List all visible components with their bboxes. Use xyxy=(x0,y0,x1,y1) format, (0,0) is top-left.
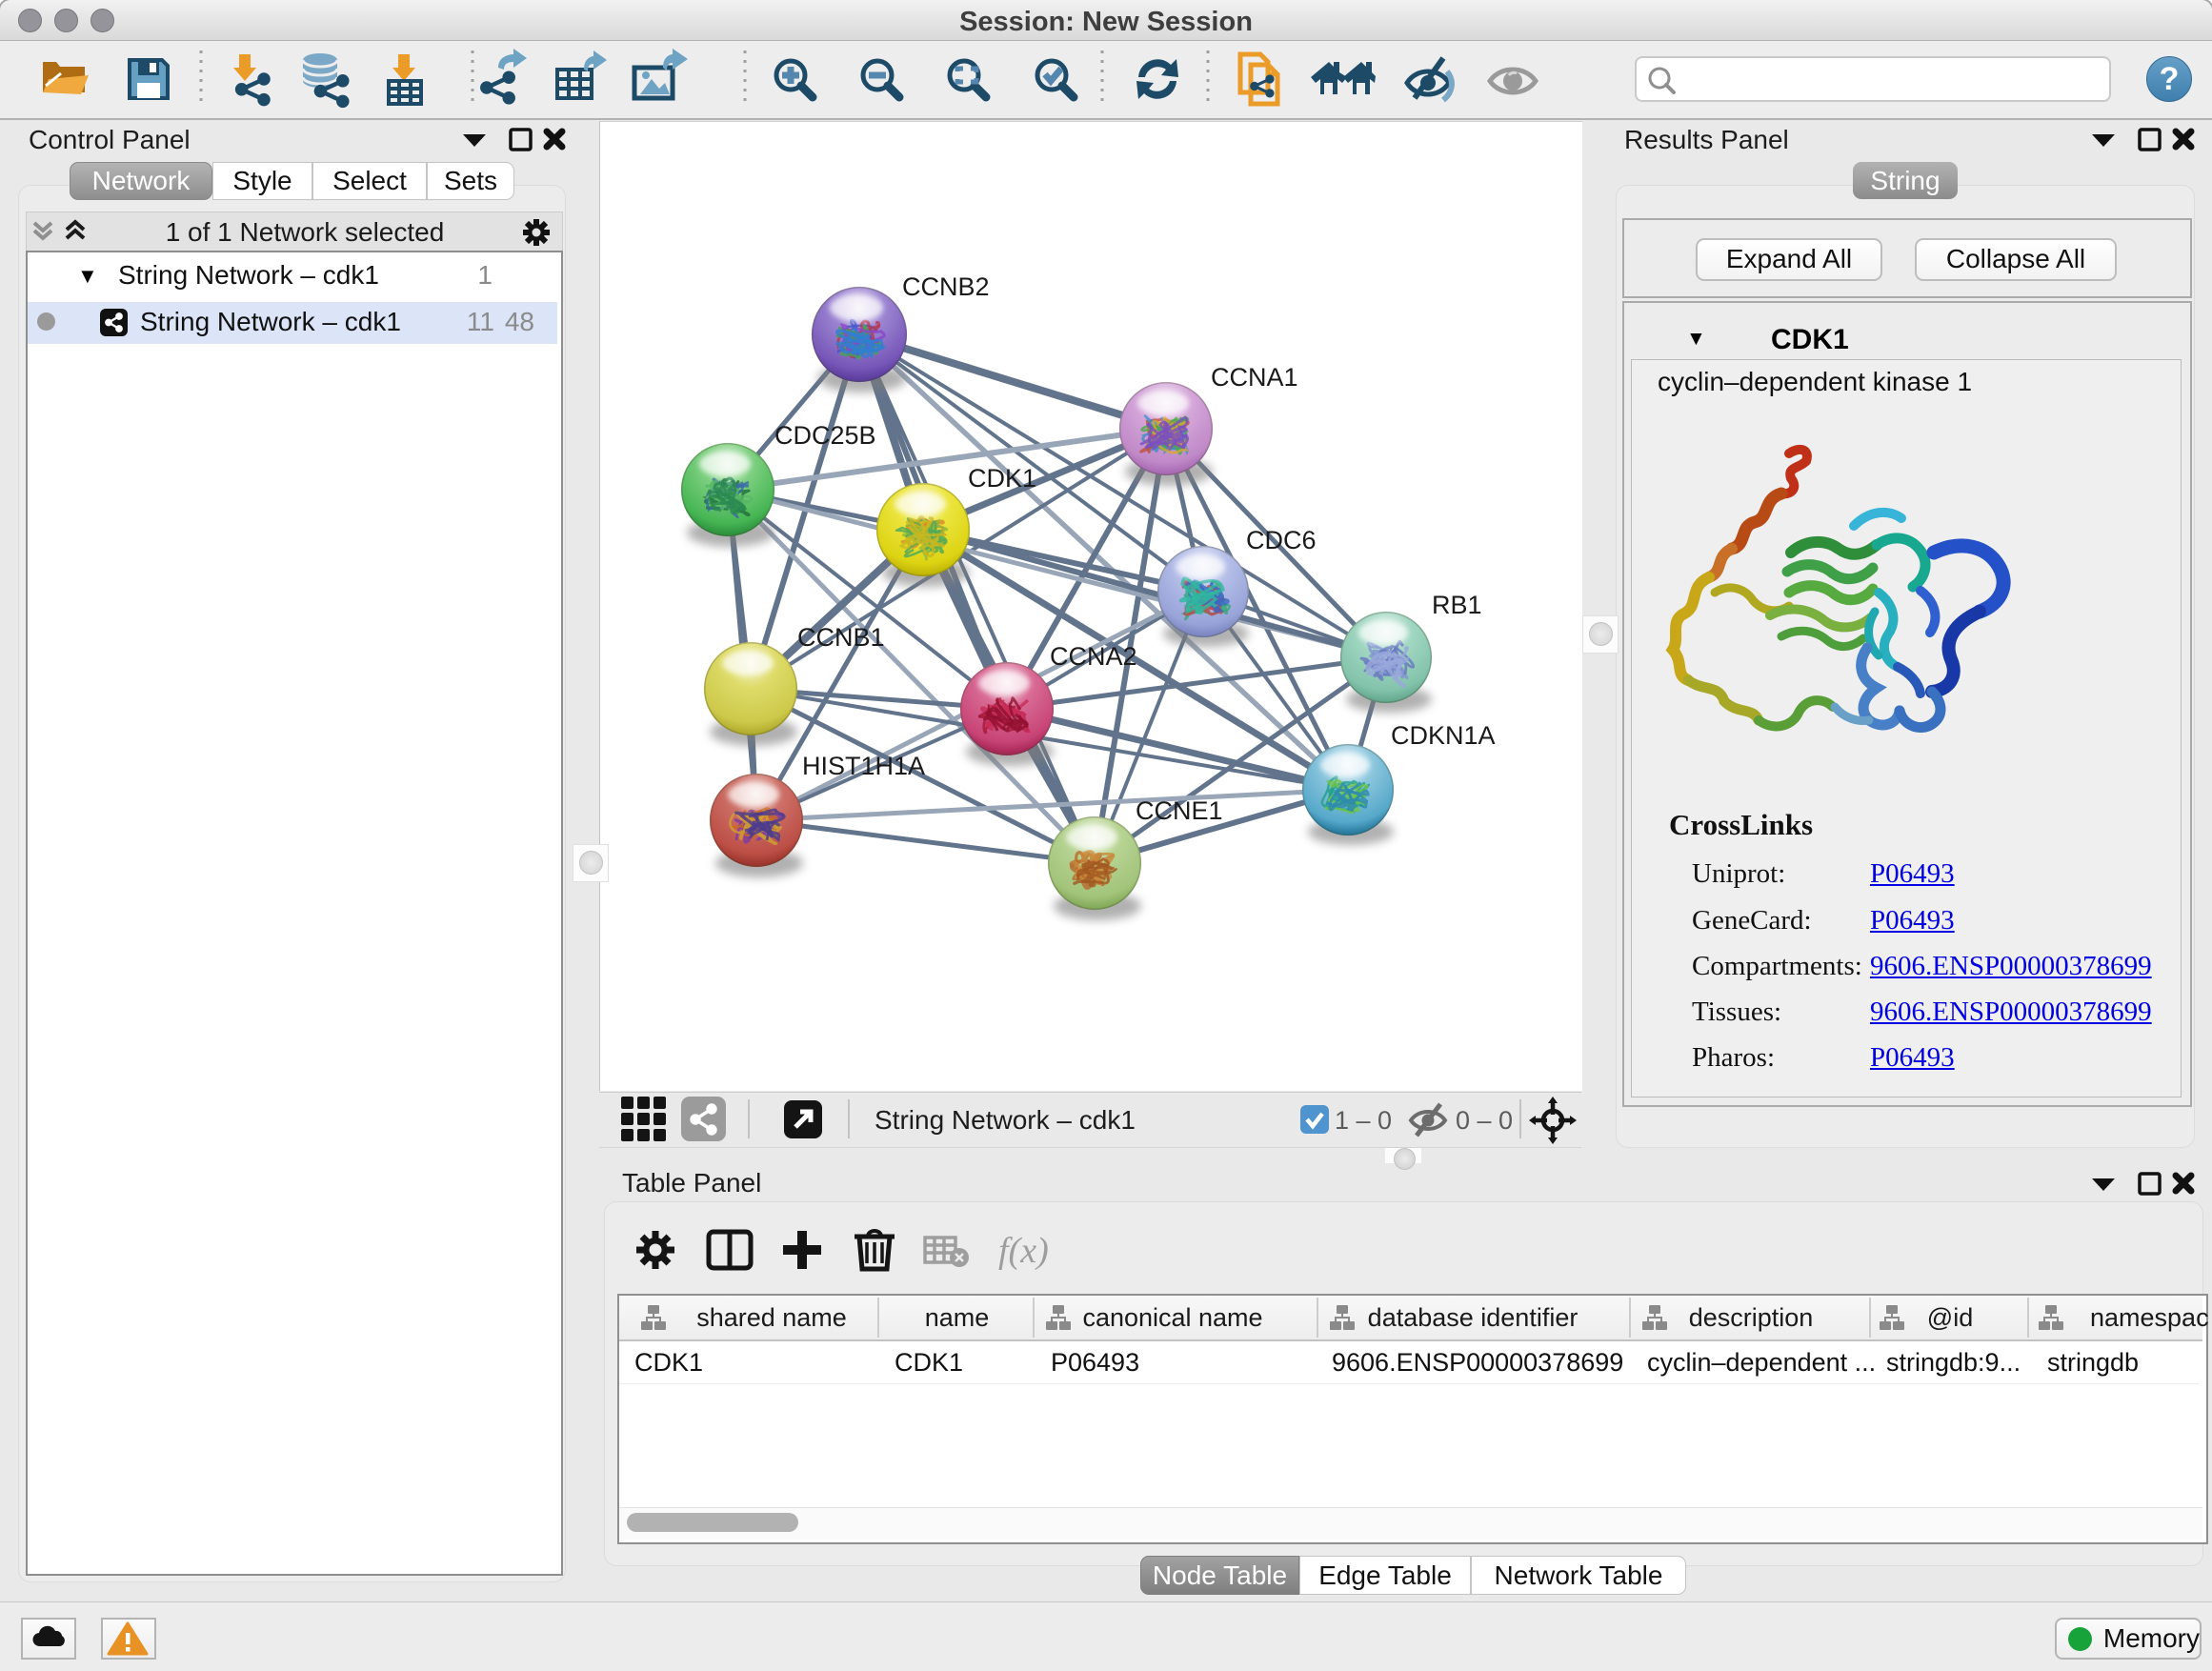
svg-text:String Network – cdk1: String Network – cdk1 xyxy=(875,1105,1136,1135)
svg-text:CDKN1A: CDKN1A xyxy=(1391,721,1496,750)
svg-text:CCNA2: CCNA2 xyxy=(1050,642,1137,671)
svg-text:CDK1: CDK1 xyxy=(968,464,1036,493)
svg-text:f(x): f(x) xyxy=(998,1231,1049,1271)
svg-text:CCNA1: CCNA1 xyxy=(1211,363,1298,392)
svg-text:CCNB1: CCNB1 xyxy=(797,623,885,652)
svg-text:RB1: RB1 xyxy=(1432,591,1482,619)
svg-text:1 – 0: 1 – 0 xyxy=(1335,1106,1392,1135)
svg-text:0 – 0: 0 – 0 xyxy=(1456,1106,1513,1135)
svg-text:CCNE1: CCNE1 xyxy=(1136,796,1223,825)
svg-text:CDC25B: CDC25B xyxy=(774,421,876,450)
svg-text:HIST1H1A: HIST1H1A xyxy=(802,752,925,780)
svg-text:CCNB2: CCNB2 xyxy=(902,272,990,301)
svg-text:CDC6: CDC6 xyxy=(1246,526,1317,554)
